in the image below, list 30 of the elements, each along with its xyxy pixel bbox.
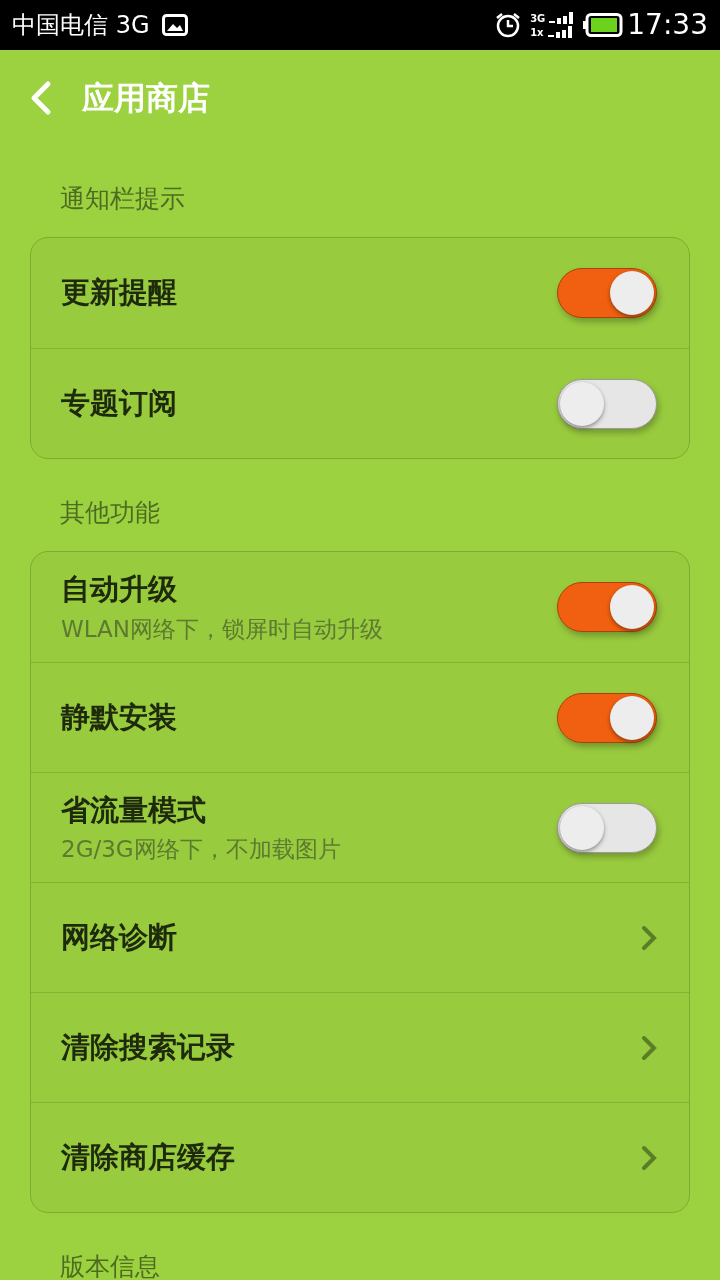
network-text: 1x [530, 28, 544, 38]
setting-label: 清除搜索记录 [61, 1028, 236, 1066]
chevron-icon [641, 1144, 657, 1171]
section-header: 其他功能 [60, 496, 160, 529]
section-header: 版本信息 [60, 1250, 160, 1280]
chevron-icon [641, 1034, 657, 1061]
setting-label: 网络诊断 [61, 918, 178, 956]
carrier-text: 中国电信 3G [12, 10, 150, 41]
setting-label: 自动升级 [61, 571, 178, 608]
setting-label: 静默安装 [61, 698, 178, 736]
setting-label: 省流量模式 [61, 791, 207, 829]
setting-description: 2G/3G网络下，不加载图片 [61, 835, 342, 864]
signal-icon [545, 26, 574, 38]
toggle-switch[interactable] [557, 582, 657, 632]
battery-icon [583, 13, 624, 37]
network-text: 3G [530, 14, 546, 24]
toggle-switch[interactable] [557, 378, 657, 429]
setting-label: 清除商店缓存 [61, 1138, 236, 1176]
setting-label: 更新提醒 [61, 274, 178, 312]
clock-text: 17:33 [627, 7, 708, 43]
signal-icon [547, 12, 576, 24]
chevron-icon [641, 924, 657, 951]
toggle-switch[interactable] [557, 802, 657, 853]
setting-label: 专题订阅 [61, 384, 178, 422]
setting-description: WLAN网络下，锁屏时自动升级 [61, 614, 385, 644]
toggle-switch[interactable] [557, 268, 657, 318]
toggle-switch[interactable] [557, 692, 657, 743]
section-header: 通知栏提示 [60, 182, 185, 215]
page-title: 应用商店 [82, 77, 210, 119]
image-icon [161, 14, 188, 36]
